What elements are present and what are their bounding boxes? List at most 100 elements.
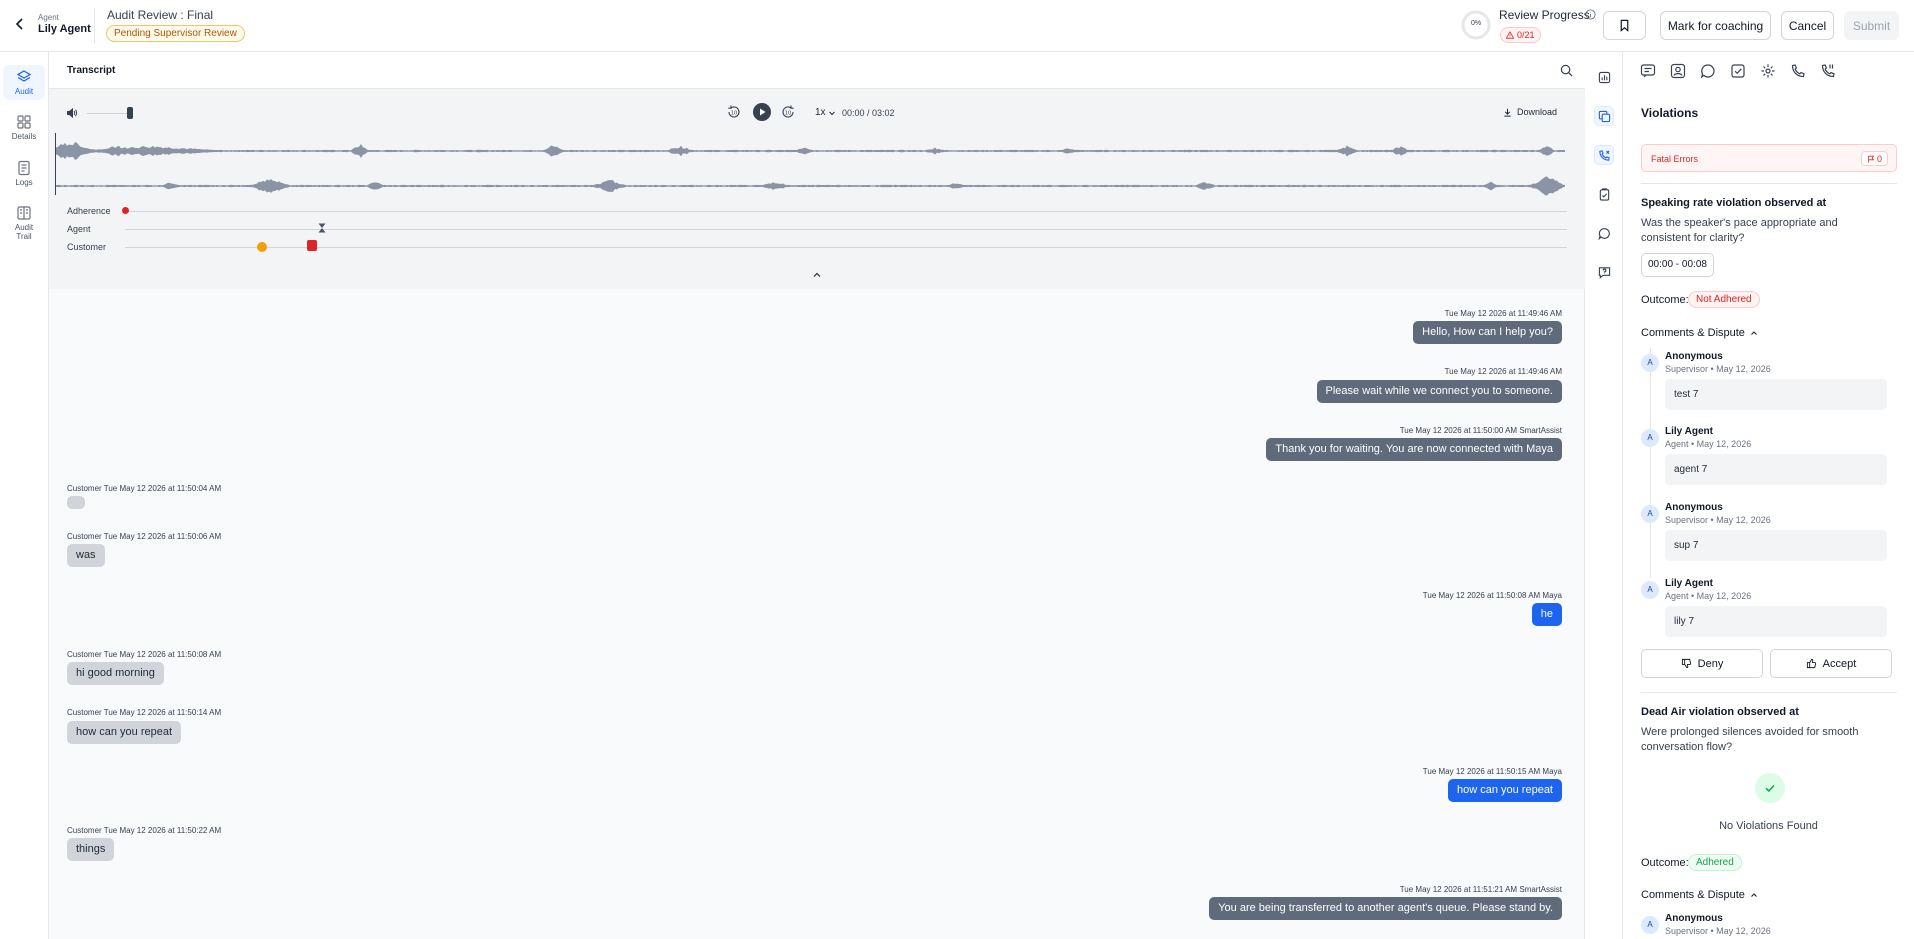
progress-percent: 0% bbox=[1470, 20, 1482, 27]
agent-message-bubble: Please wait while we connect you to some… bbox=[1316, 380, 1562, 403]
comment-text: test 7 bbox=[1665, 379, 1887, 410]
transcript-title: Transcript bbox=[67, 65, 116, 76]
search-icon[interactable] bbox=[1560, 64, 1573, 77]
phone-x-icon[interactable] bbox=[1594, 145, 1614, 165]
comments-dispute-label: Comments & Dispute bbox=[1641, 889, 1745, 901]
comment-author: Lily Agent bbox=[1665, 426, 1713, 437]
comment-author: Anonymous bbox=[1665, 351, 1723, 362]
avatar: A bbox=[1641, 505, 1659, 523]
adherence-marker[interactable] bbox=[122, 207, 129, 214]
volume-icon[interactable] bbox=[66, 107, 78, 119]
chevron-up-icon bbox=[1751, 893, 1757, 897]
back-arrow-icon[interactable] bbox=[12, 16, 28, 32]
outcome-badge: Adhered bbox=[1688, 854, 1742, 871]
agent-message-bubble: You are being transferred to another age… bbox=[1209, 897, 1562, 920]
message-icon[interactable] bbox=[1640, 63, 1656, 79]
customer-message-bubble: was bbox=[67, 544, 105, 567]
message-timestamp: Tue May 12 2026 at 11:50:00 AM SmartAssi… bbox=[1399, 426, 1562, 435]
alert-flag-icon[interactable] bbox=[307, 240, 317, 251]
forward-10-icon[interactable]: 10 bbox=[780, 104, 797, 121]
chevron-up-icon bbox=[1751, 331, 1757, 335]
cancel-button[interactable]: Cancel bbox=[1781, 11, 1834, 40]
volume-slider-handle[interactable] bbox=[127, 107, 133, 119]
agent-message-bubble: he bbox=[1531, 603, 1562, 626]
customer-waveform[interactable] bbox=[55, 169, 1565, 203]
track-label-customer: Customer bbox=[67, 242, 107, 252]
message-timestamp: Customer Tue May 12 2026 at 11:50:04 AM bbox=[67, 484, 222, 493]
violations-title: Violations bbox=[1641, 106, 1699, 120]
nav-item-details[interactable]: Details bbox=[3, 114, 45, 141]
nav-item-audit[interactable]: Audit bbox=[3, 65, 45, 100]
rewind-10-icon[interactable]: 10 bbox=[726, 104, 743, 121]
side-icon-rail bbox=[1585, 52, 1623, 939]
message-timestamp: Customer Tue May 12 2026 at 11:50:22 AM bbox=[67, 826, 222, 835]
sentiment-emoji-icon[interactable] bbox=[257, 242, 267, 252]
playback-speed-value: 1x bbox=[815, 107, 826, 118]
chat-icon[interactable] bbox=[1594, 223, 1614, 243]
thumbs-down-icon bbox=[1681, 658, 1691, 669]
info-icon[interactable] bbox=[1585, 9, 1596, 20]
nav-item-logs[interactable]: Logs bbox=[3, 160, 45, 187]
violation-count: 0/21 bbox=[1517, 30, 1535, 40]
play-button[interactable] bbox=[753, 103, 771, 121]
phone-ring-icon[interactable] bbox=[1820, 63, 1836, 79]
nav-item-audit-trail[interactable]: Audit Trail bbox=[3, 205, 45, 241]
phone-icon[interactable] bbox=[1790, 63, 1806, 79]
layers-icon bbox=[16, 70, 32, 82]
playhead[interactable] bbox=[55, 133, 56, 195]
top-bar: Agent Lily Agent Audit Review : Final Pe… bbox=[0, 0, 1914, 52]
nav-label-logs: Logs bbox=[15, 178, 33, 187]
customer-message-bubble: things bbox=[67, 838, 115, 861]
transcript-header: Transcript bbox=[49, 52, 1585, 89]
agent-caption: Agent bbox=[38, 13, 59, 22]
comment-meta: Supervisor • May 12, 2026 bbox=[1665, 515, 1771, 525]
comment-meta: Supervisor • May 12, 2026 bbox=[1665, 926, 1771, 936]
customer-message-bubble: hi good morning bbox=[67, 662, 164, 685]
review-progress-label: Review Progress bbox=[1499, 8, 1590, 22]
comments-dispute-toggle[interactable]: Comments & Dispute bbox=[1641, 889, 1758, 901]
svg-text:10: 10 bbox=[785, 110, 791, 116]
copy-icon[interactable] bbox=[1594, 106, 1614, 126]
submit-button[interactable]: Submit bbox=[1844, 11, 1899, 40]
help-chat-icon[interactable] bbox=[1594, 262, 1614, 282]
comment-text: lily 7 bbox=[1665, 606, 1887, 637]
svg-text:10: 10 bbox=[731, 110, 737, 116]
no-violations-text: No Violations Found bbox=[1719, 820, 1818, 832]
section-divider bbox=[1641, 183, 1897, 184]
message-timestamp: Tue May 12 2026 at 11:49:46 AM bbox=[1444, 367, 1562, 376]
nav-label-audit-trail: Audit Trail bbox=[14, 223, 34, 241]
deny-button[interactable]: Deny bbox=[1641, 649, 1763, 678]
customer-message-bubble bbox=[67, 496, 85, 509]
collapse-chevron-up-icon[interactable] bbox=[811, 269, 823, 281]
accept-button[interactable]: Accept bbox=[1770, 649, 1892, 678]
chart-icon[interactable] bbox=[1594, 67, 1614, 87]
download-label: Download bbox=[1517, 107, 1558, 117]
page-title: Audit Review : Final bbox=[107, 8, 214, 22]
panel-tab-icons bbox=[1640, 63, 1836, 79]
message-timestamp: Tue May 12 2026 at 11:50:08 AM Maya bbox=[1422, 591, 1562, 600]
download-button[interactable]: Download bbox=[1503, 107, 1557, 117]
violation-timestamp-chip[interactable]: 00:00 - 00:08 bbox=[1641, 253, 1714, 277]
mark-for-coaching-button[interactable]: Mark for coaching bbox=[1660, 11, 1771, 40]
playback-speed-select[interactable]: 1x bbox=[815, 107, 836, 118]
bookmark-button[interactable] bbox=[1603, 11, 1646, 40]
track-label-agent: Agent bbox=[67, 224, 91, 234]
agent-waveform[interactable] bbox=[55, 134, 1565, 168]
fatal-errors-count: 0 bbox=[1876, 153, 1882, 164]
avatar: A bbox=[1641, 916, 1659, 934]
outcome-badge: Not Adhered bbox=[1688, 291, 1760, 308]
comments-dispute-toggle[interactable]: Comments & Dispute bbox=[1641, 327, 1758, 339]
speech-bubble-icon[interactable] bbox=[1700, 63, 1716, 79]
agent-info: Agent Lily Agent bbox=[38, 13, 91, 35]
contact-card-icon[interactable] bbox=[1670, 63, 1686, 79]
message-timestamp: Tue May 12 2026 at 11:49:46 AM bbox=[1444, 309, 1562, 318]
checkbox-icon[interactable] bbox=[1730, 63, 1746, 79]
message-timestamp: Tue May 12 2026 at 11:50:15 AM Maya bbox=[1422, 767, 1562, 776]
hourglass-icon[interactable] bbox=[318, 223, 326, 233]
clipboard-check-icon[interactable] bbox=[1594, 184, 1614, 204]
comment-author: Anonymous bbox=[1665, 502, 1723, 513]
sparkle-icon[interactable] bbox=[1760, 63, 1776, 79]
check-icon bbox=[1755, 773, 1785, 803]
agent-track bbox=[125, 229, 1567, 230]
chevron-down-icon bbox=[828, 111, 835, 115]
